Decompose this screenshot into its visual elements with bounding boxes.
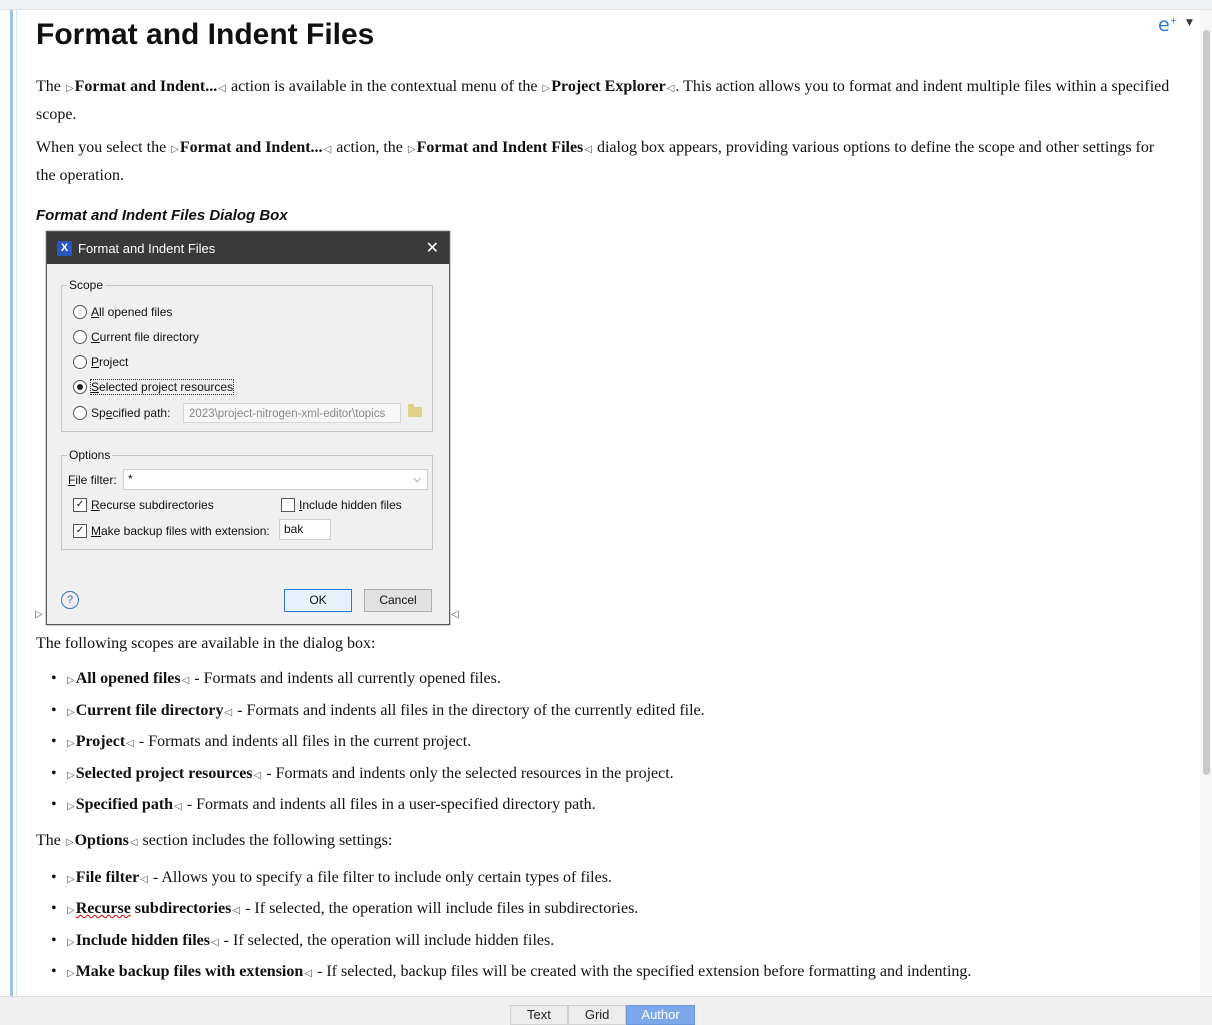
folder-icon — [408, 404, 422, 417]
tag-close-marker[interactable]: ◁ — [211, 937, 219, 948]
chevron-down-icon[interactable]: ▼ — [1186, 18, 1193, 28]
radio-current-file-directory: Current file directory — [73, 330, 199, 344]
uicontrol-text: Project Explorer — [551, 78, 666, 95]
tag-open-marker[interactable]: ▷ — [408, 144, 416, 155]
tag-close-marker[interactable]: ◁ — [304, 968, 312, 979]
list-item: ▷Make backup files with extension◁ - If … — [51, 957, 1176, 989]
document-content: Format and Indent Files The ▷Format and … — [35, 18, 1176, 995]
list-item: ▷Include hidden files◁ - If selected, th… — [51, 926, 1176, 958]
chevron-down-icon: ⌵ — [413, 474, 421, 485]
paragraph-scopes-intro: The following scopes are available in th… — [36, 635, 376, 652]
tab-author[interactable]: Author — [626, 1005, 695, 1025]
tag-close-marker[interactable]: ◁ — [324, 144, 332, 155]
tag-close-marker[interactable]: ◁ — [182, 675, 190, 686]
checkbox-include-hidden-files: Include hidden files — [281, 498, 402, 512]
scope-group-label: Scope — [67, 278, 106, 292]
tag-open-marker[interactable]: ▷ — [66, 83, 74, 94]
list-item: ▷Current file directory◁ - Formats and i… — [51, 696, 1176, 728]
paragraph-options-intro: The ▷Options◁ section includes the follo… — [36, 831, 393, 849]
tag-open-marker[interactable]: ▷ — [67, 675, 75, 686]
options-group-label: Options — [67, 448, 113, 462]
list-item: ▷Selected project resources◁ - Formats a… — [51, 759, 1176, 791]
tag-close-marker[interactable]: ◁ — [232, 905, 240, 916]
tag-close-marker[interactable]: ◁ — [174, 801, 182, 812]
tag-close-marker[interactable]: ◁ — [451, 609, 459, 620]
tag-open-marker[interactable]: ▷ — [67, 874, 75, 885]
page-title: Format and Indent Files — [36, 18, 375, 51]
file-filter-combo: * ⌵ — [123, 469, 428, 490]
cancel-button: Cancel — [364, 589, 432, 612]
tag-open-marker[interactable]: ▷ — [67, 937, 75, 948]
dialog-screenshot: X Format and Indent Files ✕ Scope All op… — [46, 231, 450, 625]
tag-open-marker[interactable]: ▷ — [67, 738, 75, 749]
tag-close-marker[interactable]: ◁ — [126, 738, 134, 749]
radio-button — [73, 406, 87, 420]
top-strip — [0, 0, 1212, 10]
tag-open-marker[interactable]: ▷ — [171, 144, 179, 155]
radio-button-selected — [73, 380, 87, 394]
paragraph-dialog-intro: When you select the ▷Format and Indent..… — [36, 139, 1155, 184]
tag-open-marker[interactable]: ▷ — [66, 837, 74, 848]
radio-button — [73, 355, 87, 369]
tag-open-marker[interactable]: ▷ — [67, 707, 75, 718]
spellcheck-error[interactable]: Recurse — [76, 900, 131, 917]
tag-open-marker[interactable]: ▷ — [67, 905, 75, 916]
tab-grid[interactable]: Grid — [567, 1005, 627, 1025]
tag-close-marker[interactable]: ◁ — [218, 83, 226, 94]
help-icon: ? — [61, 591, 79, 609]
file-filter-label: File filter: — [68, 473, 117, 487]
uicontrol-text: Format and Indent... — [179, 139, 323, 156]
paragraph-intro: The ▷Format and Indent...◁ action is ava… — [36, 78, 1170, 123]
ok-button: OK — [284, 589, 352, 612]
checkbox-checked: ✓ — [73, 498, 87, 512]
radio-selected-project-resources: Selected project resources — [73, 379, 235, 395]
app-logo-icon: X — [57, 240, 72, 256]
tag-open-marker[interactable]: ▷ — [35, 609, 43, 620]
radio-specified-path: Specified path: — [73, 406, 170, 420]
scopes-list: ▷All opened files◁ - Formats and indents… — [36, 664, 1176, 822]
checkbox-unchecked — [281, 498, 295, 512]
tag-open-marker[interactable]: ▷ — [543, 83, 551, 94]
dialog-title: Format and Indent Files — [78, 240, 216, 256]
tag-close-marker[interactable]: ◁ — [130, 837, 138, 848]
tag-close-marker[interactable]: ◁ — [140, 874, 148, 885]
scope-group: Scope All opened files Current file dire… — [61, 278, 433, 432]
editor-mode-tabs: Text Grid Author — [510, 1005, 695, 1025]
uicontrol-text: Format and Indent... — [74, 78, 218, 95]
figure: ▷ X Format and Indent Files ✕ Scope All … — [35, 231, 1176, 631]
specified-path-field: 2023\project-nitrogen-xml-editor\topics — [183, 403, 401, 423]
left-margin-bar — [10, 10, 13, 996]
scrollbar-thumb[interactable] — [1203, 30, 1210, 775]
tag-open-marker[interactable]: ▷ — [67, 968, 75, 979]
checkbox-checked: ✓ — [73, 524, 87, 538]
backup-extension-field: bak — [279, 519, 331, 540]
left-margin-line — [16, 10, 17, 996]
figure-title: Format and Indent Files Dialog Box — [36, 207, 288, 224]
tag-close-marker[interactable]: ◁ — [225, 707, 233, 718]
list-item: ▷File filter◁ - Allows you to specify a … — [51, 863, 1176, 895]
tag-close-marker[interactable]: ◁ — [254, 770, 262, 781]
tag-close-marker[interactable]: ◁ — [584, 144, 592, 155]
list-item: ▷Specified path◁ - Formats and indents a… — [51, 790, 1176, 822]
tag-close-marker[interactable]: ◁ — [667, 83, 675, 94]
options-list: ▷File filter◁ - Allows you to specify a … — [36, 863, 1176, 989]
radio-button — [73, 305, 87, 319]
list-item: ▷All opened files◁ - Formats and indents… — [51, 664, 1176, 696]
radio-project: Project — [73, 355, 128, 369]
tag-open-marker[interactable]: ▷ — [67, 770, 75, 781]
options-group: Options File filter: * ⌵ ✓ Recurse subdi… — [61, 448, 433, 550]
list-item: ▷Project◁ - Formats and indents all file… — [51, 727, 1176, 759]
tag-open-marker[interactable]: ▷ — [67, 801, 75, 812]
tab-text[interactable]: Text — [510, 1005, 568, 1025]
uicontrol-text: Format and Indent Files — [416, 139, 584, 156]
list-item: ▷Recurse subdirectories◁ - If selected, … — [51, 894, 1176, 926]
checkbox-make-backup-files: ✓ Make backup files with extension: — [73, 524, 270, 538]
radio-button — [73, 330, 87, 344]
close-icon: ✕ — [425, 240, 439, 257]
checkbox-recurse-subdirectories: ✓ Recurse subdirectories — [73, 498, 214, 512]
radio-all-opened-files: All opened files — [73, 305, 172, 319]
dialog-titlebar: X Format and Indent Files — [47, 232, 449, 264]
